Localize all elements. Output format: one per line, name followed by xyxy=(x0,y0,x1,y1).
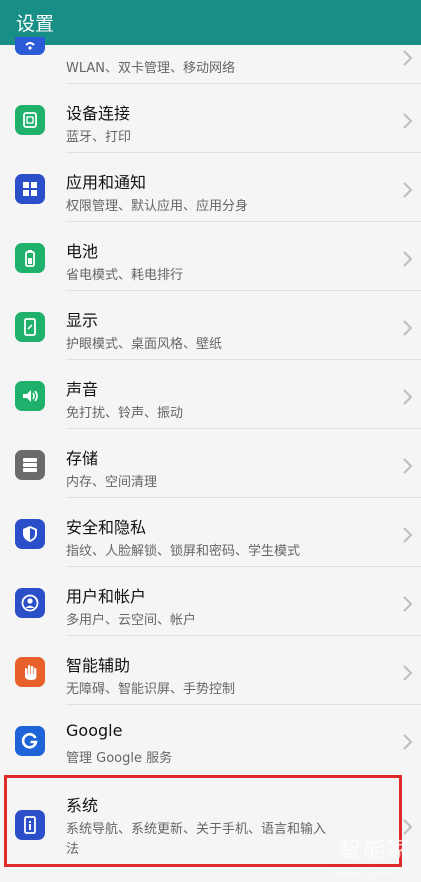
settings-item-title: 声音 xyxy=(66,380,99,399)
settings-item-subtitle: 省电模式、耗电排行 xyxy=(66,268,184,283)
settings-item-smart-assist[interactable]: 智能辅助 无障碍、智能识屏、手势控制 xyxy=(0,636,421,705)
settings-item-subtitle: 指纹、人脸解锁、锁屏和密码、学生模式 xyxy=(66,544,301,559)
chevron-right-icon xyxy=(403,734,413,750)
settings-item-title: 系统 xyxy=(66,796,99,815)
watermark-url: www.znj.com xyxy=(331,867,397,878)
settings-item-subtitle: 权限管理、默认应用、应用分身 xyxy=(66,199,249,214)
settings-item-title: 设备连接 xyxy=(66,104,131,123)
storage-icon xyxy=(15,450,45,480)
settings-item-device-connection[interactable]: 设备连接 蓝牙、打印 xyxy=(0,84,421,153)
settings-item-subtitle: 免打扰、铃声、振动 xyxy=(66,406,184,421)
settings-item-sound[interactable]: 声音 免打扰、铃声、振动 xyxy=(0,360,421,429)
settings-item-subtitle: 无障碍、智能识屏、手势控制 xyxy=(66,682,236,697)
settings-item-title: 用户和帐户 xyxy=(66,587,147,606)
chevron-right-icon xyxy=(403,458,413,474)
settings-item-google[interactable]: Google 管理 Google 服务 xyxy=(0,705,421,773)
settings-item-title: 电池 xyxy=(66,242,99,261)
settings-item-display[interactable]: 显示 护眼模式、桌面风格、壁纸 xyxy=(0,291,421,360)
settings-item-title: 显示 xyxy=(66,311,99,330)
chevron-right-icon xyxy=(403,665,413,681)
wireless-network-icon xyxy=(15,37,45,55)
settings-item-subtitle: 内存、空间清理 xyxy=(66,475,158,490)
settings-item-battery[interactable]: 电池 省电模式、耗电排行 xyxy=(0,222,421,291)
chevron-right-icon xyxy=(403,320,413,336)
settings-item-subtitle: WLAN、双卡管理、移动网络 xyxy=(66,61,236,76)
header-bar: 设置 xyxy=(0,0,421,45)
page-title: 设置 xyxy=(16,13,55,35)
settings-item-title: Google xyxy=(66,721,123,740)
apps-grid-icon xyxy=(15,174,45,204)
settings-item-title: 安全和隐私 xyxy=(66,518,147,537)
settings-item-apps[interactable]: 应用和通知 权限管理、默认应用、应用分身 xyxy=(0,153,421,222)
chevron-right-icon xyxy=(403,50,413,66)
watermark-logo: 智能家 xyxy=(338,838,411,863)
battery-icon xyxy=(15,243,45,273)
settings-item-security[interactable]: 安全和隐私 指纹、人脸解锁、锁屏和密码、学生模式 xyxy=(0,498,421,567)
chevron-right-icon xyxy=(403,389,413,405)
hand-icon xyxy=(15,657,45,687)
user-account-icon xyxy=(15,588,45,618)
chevron-right-icon xyxy=(403,113,413,129)
settings-item-wireless[interactable]: WLAN、双卡管理、移动网络 xyxy=(0,37,421,84)
settings-item-subtitle: 蓝牙、打印 xyxy=(66,130,132,145)
settings-item-title: 智能辅助 xyxy=(66,656,131,675)
settings-item-subtitle: 管理 Google 服务 xyxy=(66,751,173,766)
settings-item-users[interactable]: 用户和帐户 多用户、云空间、帐户 xyxy=(0,567,421,636)
device-connection-icon xyxy=(15,105,45,135)
system-info-icon xyxy=(15,810,45,840)
settings-item-subtitle: 多用户、云空间、帐户 xyxy=(66,613,197,628)
shield-icon xyxy=(15,519,45,549)
settings-item-subtitle: 护眼模式、桌面风格、壁纸 xyxy=(66,337,223,352)
chevron-right-icon xyxy=(403,596,413,612)
chevron-right-icon xyxy=(403,182,413,198)
chevron-right-icon xyxy=(403,527,413,543)
speaker-icon xyxy=(15,381,45,411)
settings-item-title: 存储 xyxy=(66,449,99,468)
settings-item-storage[interactable]: 存储 内存、空间清理 xyxy=(0,429,421,498)
settings-item-subtitle: 系统导航、系统更新、关于手机、语言和输入 xyxy=(66,822,327,837)
google-icon xyxy=(15,726,45,756)
display-icon xyxy=(15,312,45,342)
settings-item-subtitle-continued: 法 xyxy=(66,842,80,857)
settings-item-title: 应用和通知 xyxy=(66,173,147,192)
chevron-right-icon xyxy=(403,251,413,267)
